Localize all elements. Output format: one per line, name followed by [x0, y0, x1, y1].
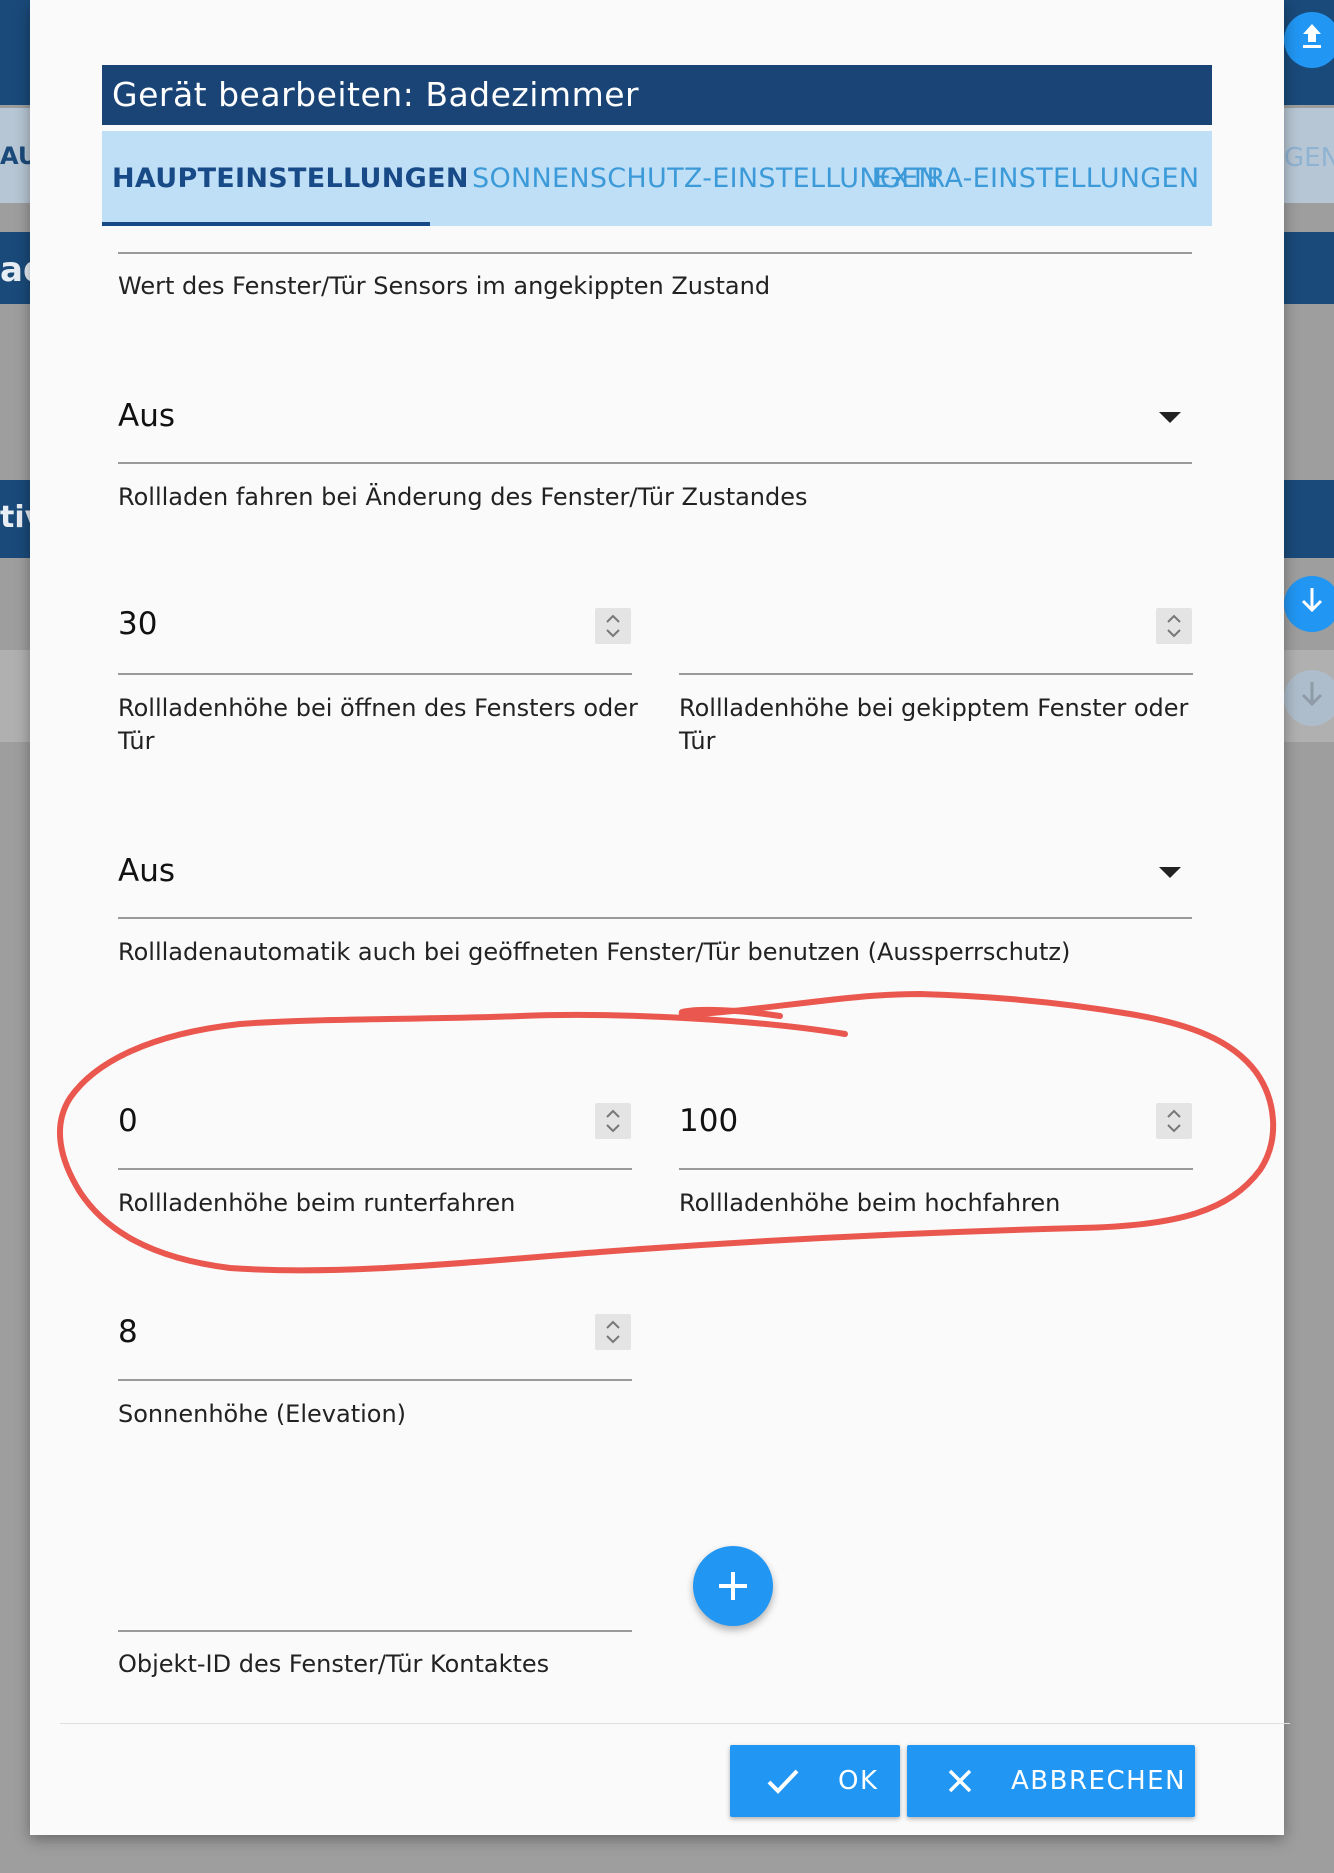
height-tilted-label-line1: Rollladenhöhe bei gekipptem Fenster oder — [679, 694, 1189, 722]
upload-icon — [1299, 22, 1325, 58]
move-on-change-select[interactable]: Aus — [118, 390, 1192, 464]
tab-extra-settings[interactable]: EXTRA-EINSTELLUNGEN — [874, 131, 1199, 226]
height-open-spinner[interactable] — [595, 608, 631, 644]
ok-button[interactable]: OK — [730, 1745, 900, 1817]
spinner-arrows-icon — [606, 1320, 620, 1344]
elevation-input[interactable]: 8 — [118, 1306, 632, 1380]
height-down-label: Rollladenhöhe beim runterfahren — [118, 1189, 516, 1217]
dialog-title: Gerät bearbeiten: Badezimmer — [102, 65, 1212, 125]
move-on-change-label: Rollladen fahren bei Änderung des Fenste… — [118, 483, 808, 511]
plus-icon — [719, 1572, 747, 1600]
dropdown-arrow-icon — [1159, 867, 1181, 878]
arrow-down-icon — [1299, 680, 1325, 716]
height-up-underline — [679, 1168, 1193, 1170]
height-tilted-spinner[interactable] — [1156, 608, 1192, 644]
contact-id-underline — [118, 1630, 632, 1632]
height-down-underline — [118, 1168, 632, 1170]
background-tab-text-right: GEN — [1284, 143, 1334, 173]
background-row-strip-right-2 — [1284, 480, 1334, 558]
height-open-input[interactable]: 30 — [118, 600, 632, 674]
height-open-label-line1: Rollladenhöhe bei öffnen des Fensters od… — [118, 694, 638, 722]
edit-device-dialog: Gerät bearbeiten: Badezimmer HAUPTEINSTE… — [30, 0, 1290, 1835]
tilted-sensor-field-underline[interactable] — [118, 252, 1192, 254]
spinner-arrows-icon — [1167, 1109, 1181, 1133]
cancel-button[interactable]: ABBRECHEN — [907, 1745, 1195, 1817]
height-up-value: 100 — [679, 1103, 739, 1139]
footer-divider — [60, 1723, 1290, 1724]
height-up-spinner[interactable] — [1156, 1103, 1192, 1139]
height-down-input[interactable]: 0 — [118, 1095, 632, 1169]
height-open-label-line2: Tür — [118, 727, 155, 755]
elevation-spinner[interactable] — [595, 1314, 631, 1350]
lockout-protection-underline — [118, 917, 1192, 919]
lockout-protection-select[interactable]: Aus — [118, 845, 1192, 919]
tab-sun-protection-settings[interactable]: SONNENSCHUTZ-EINSTELLUNGEN — [472, 131, 939, 226]
ok-button-label: OK — [838, 1766, 879, 1796]
active-tab-indicator — [102, 222, 430, 226]
lockout-protection-label: Rollladenautomatik auch bei geöffneten F… — [118, 938, 1071, 966]
background-gray-row — [0, 650, 30, 742]
lockout-protection-value: Aus — [118, 853, 176, 889]
upload-fab[interactable] — [1284, 12, 1334, 68]
spinner-arrows-icon — [606, 614, 620, 638]
tilted-sensor-label: Wert des Fenster/Tür Sensors im angekipp… — [118, 272, 771, 300]
contact-id-input[interactable] — [118, 1555, 632, 1629]
close-icon — [947, 1768, 973, 1794]
height-up-input[interactable]: 100 — [679, 1095, 1193, 1169]
tab-bar: HAUPTEINSTELLUNGEN SONNENSCHUTZ-EINSTELL… — [102, 131, 1212, 226]
check-icon — [766, 1767, 800, 1795]
add-contact-button[interactable] — [693, 1546, 773, 1626]
move-on-change-underline — [118, 462, 1192, 464]
contact-id-label: Objekt-ID des Fenster/Tür Kontaktes — [118, 1650, 550, 1678]
height-tilted-underline — [679, 673, 1193, 675]
background-header-strip — [0, 0, 30, 105]
spinner-arrows-icon — [1167, 614, 1181, 638]
tab-main-settings[interactable]: HAUPTEINSTELLUNGEN — [112, 131, 469, 226]
height-tilted-input[interactable] — [679, 600, 1193, 674]
height-tilted-label-line2: Tür — [679, 727, 716, 755]
move-on-change-value: Aus — [118, 398, 176, 434]
spinner-arrows-icon — [606, 1109, 620, 1133]
height-down-value: 0 — [118, 1103, 138, 1139]
background-row-strip-right — [1284, 232, 1334, 304]
elevation-underline — [118, 1379, 632, 1381]
scroll-down-fab-disabled — [1284, 670, 1334, 726]
elevation-value: 8 — [118, 1314, 138, 1350]
dropdown-arrow-icon — [1159, 412, 1181, 423]
height-up-label: Rollladenhöhe beim hochfahren — [679, 1189, 1061, 1217]
arrow-down-icon — [1299, 586, 1325, 622]
height-down-spinner[interactable] — [595, 1103, 631, 1139]
elevation-label: Sonnenhöhe (Elevation) — [118, 1400, 407, 1428]
height-open-underline — [118, 673, 632, 675]
scroll-down-fab[interactable] — [1284, 576, 1334, 632]
height-open-value: 30 — [118, 606, 158, 642]
cancel-button-label: ABBRECHEN — [1011, 1766, 1187, 1796]
